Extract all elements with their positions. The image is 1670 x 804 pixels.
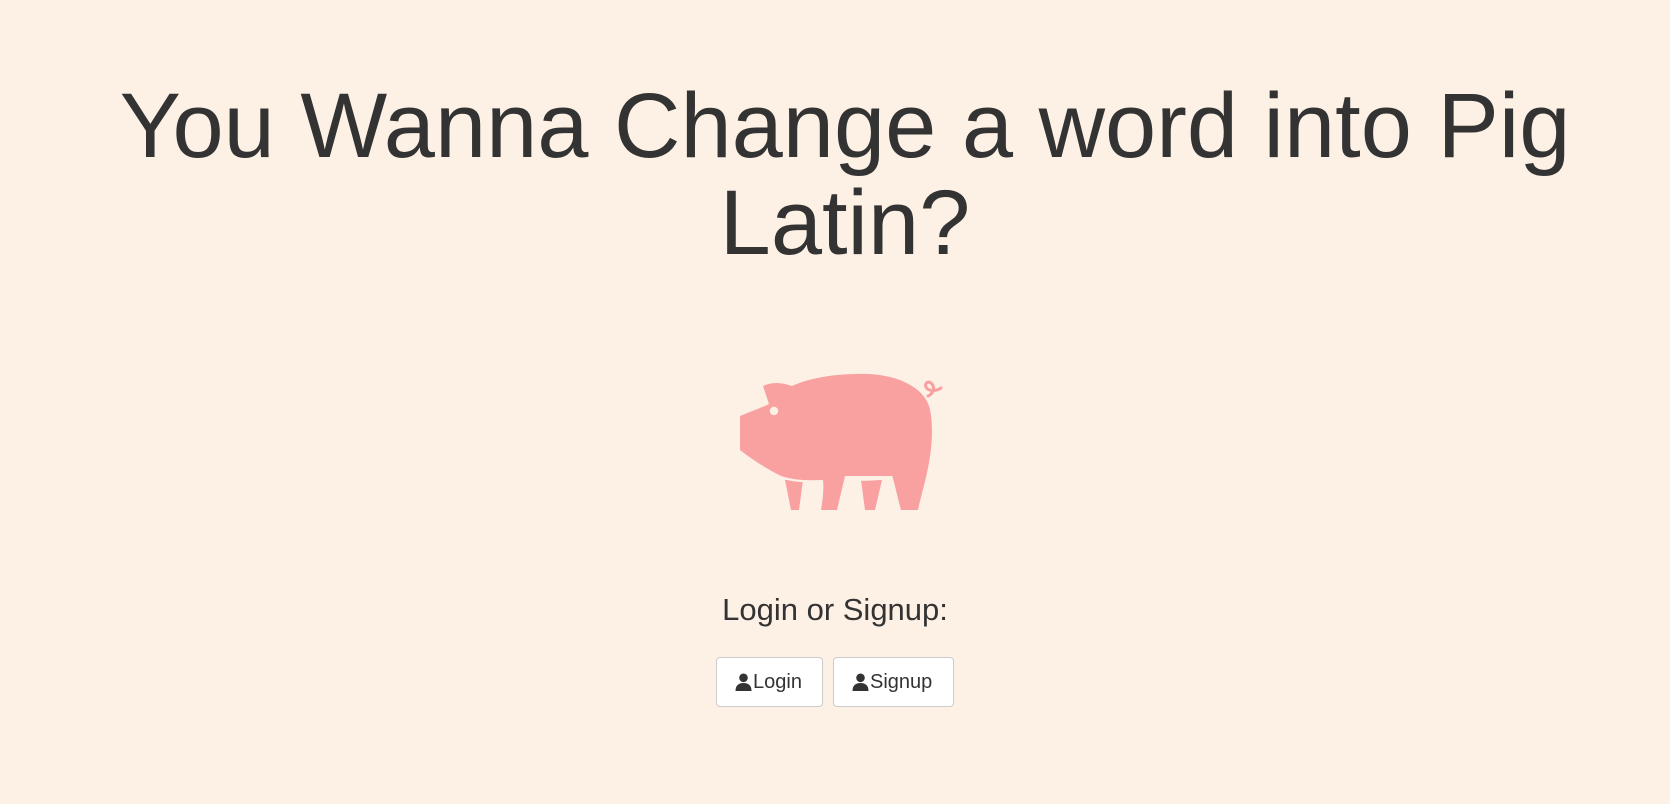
user-icon (852, 673, 869, 691)
login-button[interactable]: Login (716, 657, 823, 707)
signup-button-label: Signup (870, 670, 933, 693)
auth-button-group: Login Signup (0, 657, 1670, 707)
page-title: You Wanna Change a word into Pig Latin? (119, 75, 1571, 274)
login-button-label: Login (753, 670, 802, 693)
auth-prompt: Login or Signup: (722, 592, 948, 627)
user-icon (735, 673, 752, 691)
page: You Wanna Change a word into Pig Latin? … (0, 0, 1670, 804)
signup-button[interactable]: Signup (833, 657, 954, 707)
pig-icon (735, 368, 950, 510)
